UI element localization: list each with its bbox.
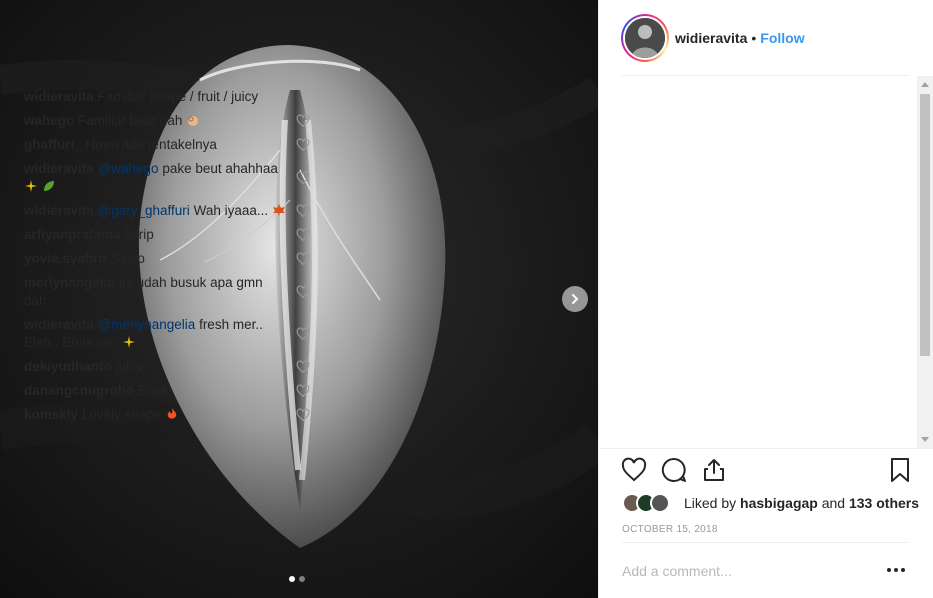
comment-item: dekiyudhanto juicy	[24, 358, 310, 376]
comment-username[interactable]: arfiyanpratama	[24, 227, 121, 242]
comment-username[interactable]: ghaffuri_	[24, 137, 82, 152]
comment-item: arfiyanpratama Mirip	[24, 226, 310, 244]
carousel-dot-active	[289, 576, 295, 582]
comment-text: Wah iyaaa...	[193, 203, 269, 218]
scroll-up-arrow-icon[interactable]	[921, 82, 929, 87]
post-actions	[620, 456, 912, 486]
comment-text: Sawo	[111, 251, 145, 266]
heart-icon[interactable]	[620, 456, 648, 484]
likes-summary: Liked by hasbigagap and 133 others	[622, 492, 919, 514]
maple-leaf-emoji-icon	[272, 204, 285, 216]
like-comment-heart-icon[interactable]	[296, 327, 310, 341]
share-icon[interactable]	[700, 456, 728, 484]
comment-mention[interactable]: @wahego	[98, 161, 159, 176]
comment-text: Lovely shape	[81, 407, 162, 422]
comment-username[interactable]: merlynangelia	[24, 275, 115, 290]
scroll-down-arrow-icon[interactable]	[921, 437, 929, 442]
comment-text: Familiar shape / fruit / juicy	[97, 89, 259, 104]
avatar-photo	[625, 18, 665, 58]
like-comment-heart-icon[interactable]	[296, 228, 310, 242]
comment-item: merlynangelia Ini udah busuk apa gmn dah	[24, 274, 310, 310]
scrollbar-thumb[interactable]	[920, 94, 930, 356]
chevron-right-icon	[572, 294, 579, 304]
more-options-icon[interactable]	[887, 563, 909, 577]
sparkles-emoji-icon	[122, 336, 135, 348]
comment-item: widieravita @wahego pake beut ahahhaa	[24, 160, 310, 196]
comment-username[interactable]: widieravita	[24, 317, 94, 332]
sparkles-emoji-icon	[25, 180, 37, 192]
comment-username[interactable]: danangcnugroho	[24, 383, 134, 398]
comment-mention[interactable]: @merlynangelia	[98, 317, 196, 332]
like-comment-heart-icon[interactable]	[296, 408, 310, 422]
caption: widieravita Familiar shape / fruit / jui…	[24, 88, 310, 106]
liker-avatars[interactable]	[622, 492, 676, 514]
avatar[interactable]	[621, 14, 669, 62]
comment-icon[interactable]	[660, 456, 688, 484]
header-separator: •	[751, 30, 757, 46]
fire-emoji-icon	[167, 408, 177, 419]
likes-middle: and	[821, 495, 846, 511]
comment-item: widieravita @gary_ghaffuri Wah iyaaa...	[24, 202, 310, 220]
like-comment-heart-icon[interactable]	[296, 285, 310, 299]
like-comment-heart-icon[interactable]	[296, 114, 310, 128]
ok-hand-emoji-icon	[188, 116, 199, 126]
divider	[598, 448, 933, 449]
comment-username[interactable]: dekiyudhanto	[24, 359, 112, 374]
comment-item: wahego Familiar beut dah	[24, 112, 310, 130]
likes-others-link[interactable]: 133 others	[849, 495, 919, 511]
comment-text: Enak	[138, 383, 169, 398]
avatar-image	[625, 18, 665, 58]
leaf-emoji-icon	[43, 181, 54, 191]
like-comment-heart-icon[interactable]	[296, 252, 310, 266]
comment-username[interactable]: widieravita	[24, 161, 94, 176]
comment-username[interactable]: widieravita	[24, 203, 94, 218]
like-comment-heart-icon[interactable]	[296, 138, 310, 152]
like-comment-heart-icon[interactable]	[296, 171, 310, 185]
comment-item: komskiy Lovely shape	[24, 406, 310, 424]
comment-mention[interactable]: @gary_ghaffuri	[98, 203, 190, 218]
liker-username[interactable]: hasbigagap	[740, 495, 818, 511]
like-comment-heart-icon[interactable]	[296, 204, 310, 218]
divider	[622, 542, 909, 543]
post-date[interactable]: OCTOBER 15, 2018	[622, 524, 718, 535]
comment-item: yovie.syahrir Sawo	[24, 250, 310, 268]
comments-list[interactable]: widieravita Familiar shape / fruit / jui…	[24, 88, 310, 448]
comment-username[interactable]: widieravita	[24, 89, 94, 104]
comment-item: ghaffuri_ Hmm ada tentakelnya	[24, 136, 310, 154]
comment-text: Mirip	[124, 227, 154, 242]
like-comment-heart-icon[interactable]	[296, 360, 310, 374]
comment-username[interactable]: yovie.syahrir	[24, 251, 107, 266]
add-comment-input[interactable]	[622, 562, 872, 580]
liker-avatar	[650, 493, 670, 513]
comment-item: danangcnugroho Enak	[24, 382, 310, 400]
post-author-username[interactable]: widieravita	[675, 30, 747, 46]
comment-text: Hmm ada tentakelnya	[85, 137, 217, 152]
comment-text: pake beut ahahhaa	[162, 161, 278, 176]
comments-scrollbar[interactable]	[917, 76, 933, 448]
comment-username[interactable]: wahego	[24, 113, 74, 128]
bookmark-icon[interactable]	[886, 456, 914, 484]
carousel-indicator	[289, 576, 305, 582]
comment-item: widieravita @merlynangelia fresh mer.. E…	[24, 316, 310, 352]
follow-button[interactable]: Follow	[760, 30, 804, 46]
divider	[621, 75, 909, 76]
like-comment-heart-icon[interactable]	[296, 384, 310, 398]
carousel-dot	[299, 576, 305, 582]
next-slide-button[interactable]	[562, 286, 588, 312]
likes-prefix: Liked by	[684, 495, 737, 511]
comment-username[interactable]: komskiy	[24, 407, 78, 422]
comment-text: Familiar beut dah	[78, 113, 183, 128]
post-header: widieravita • Follow	[599, 0, 933, 76]
comment-text: juicy	[115, 359, 143, 374]
